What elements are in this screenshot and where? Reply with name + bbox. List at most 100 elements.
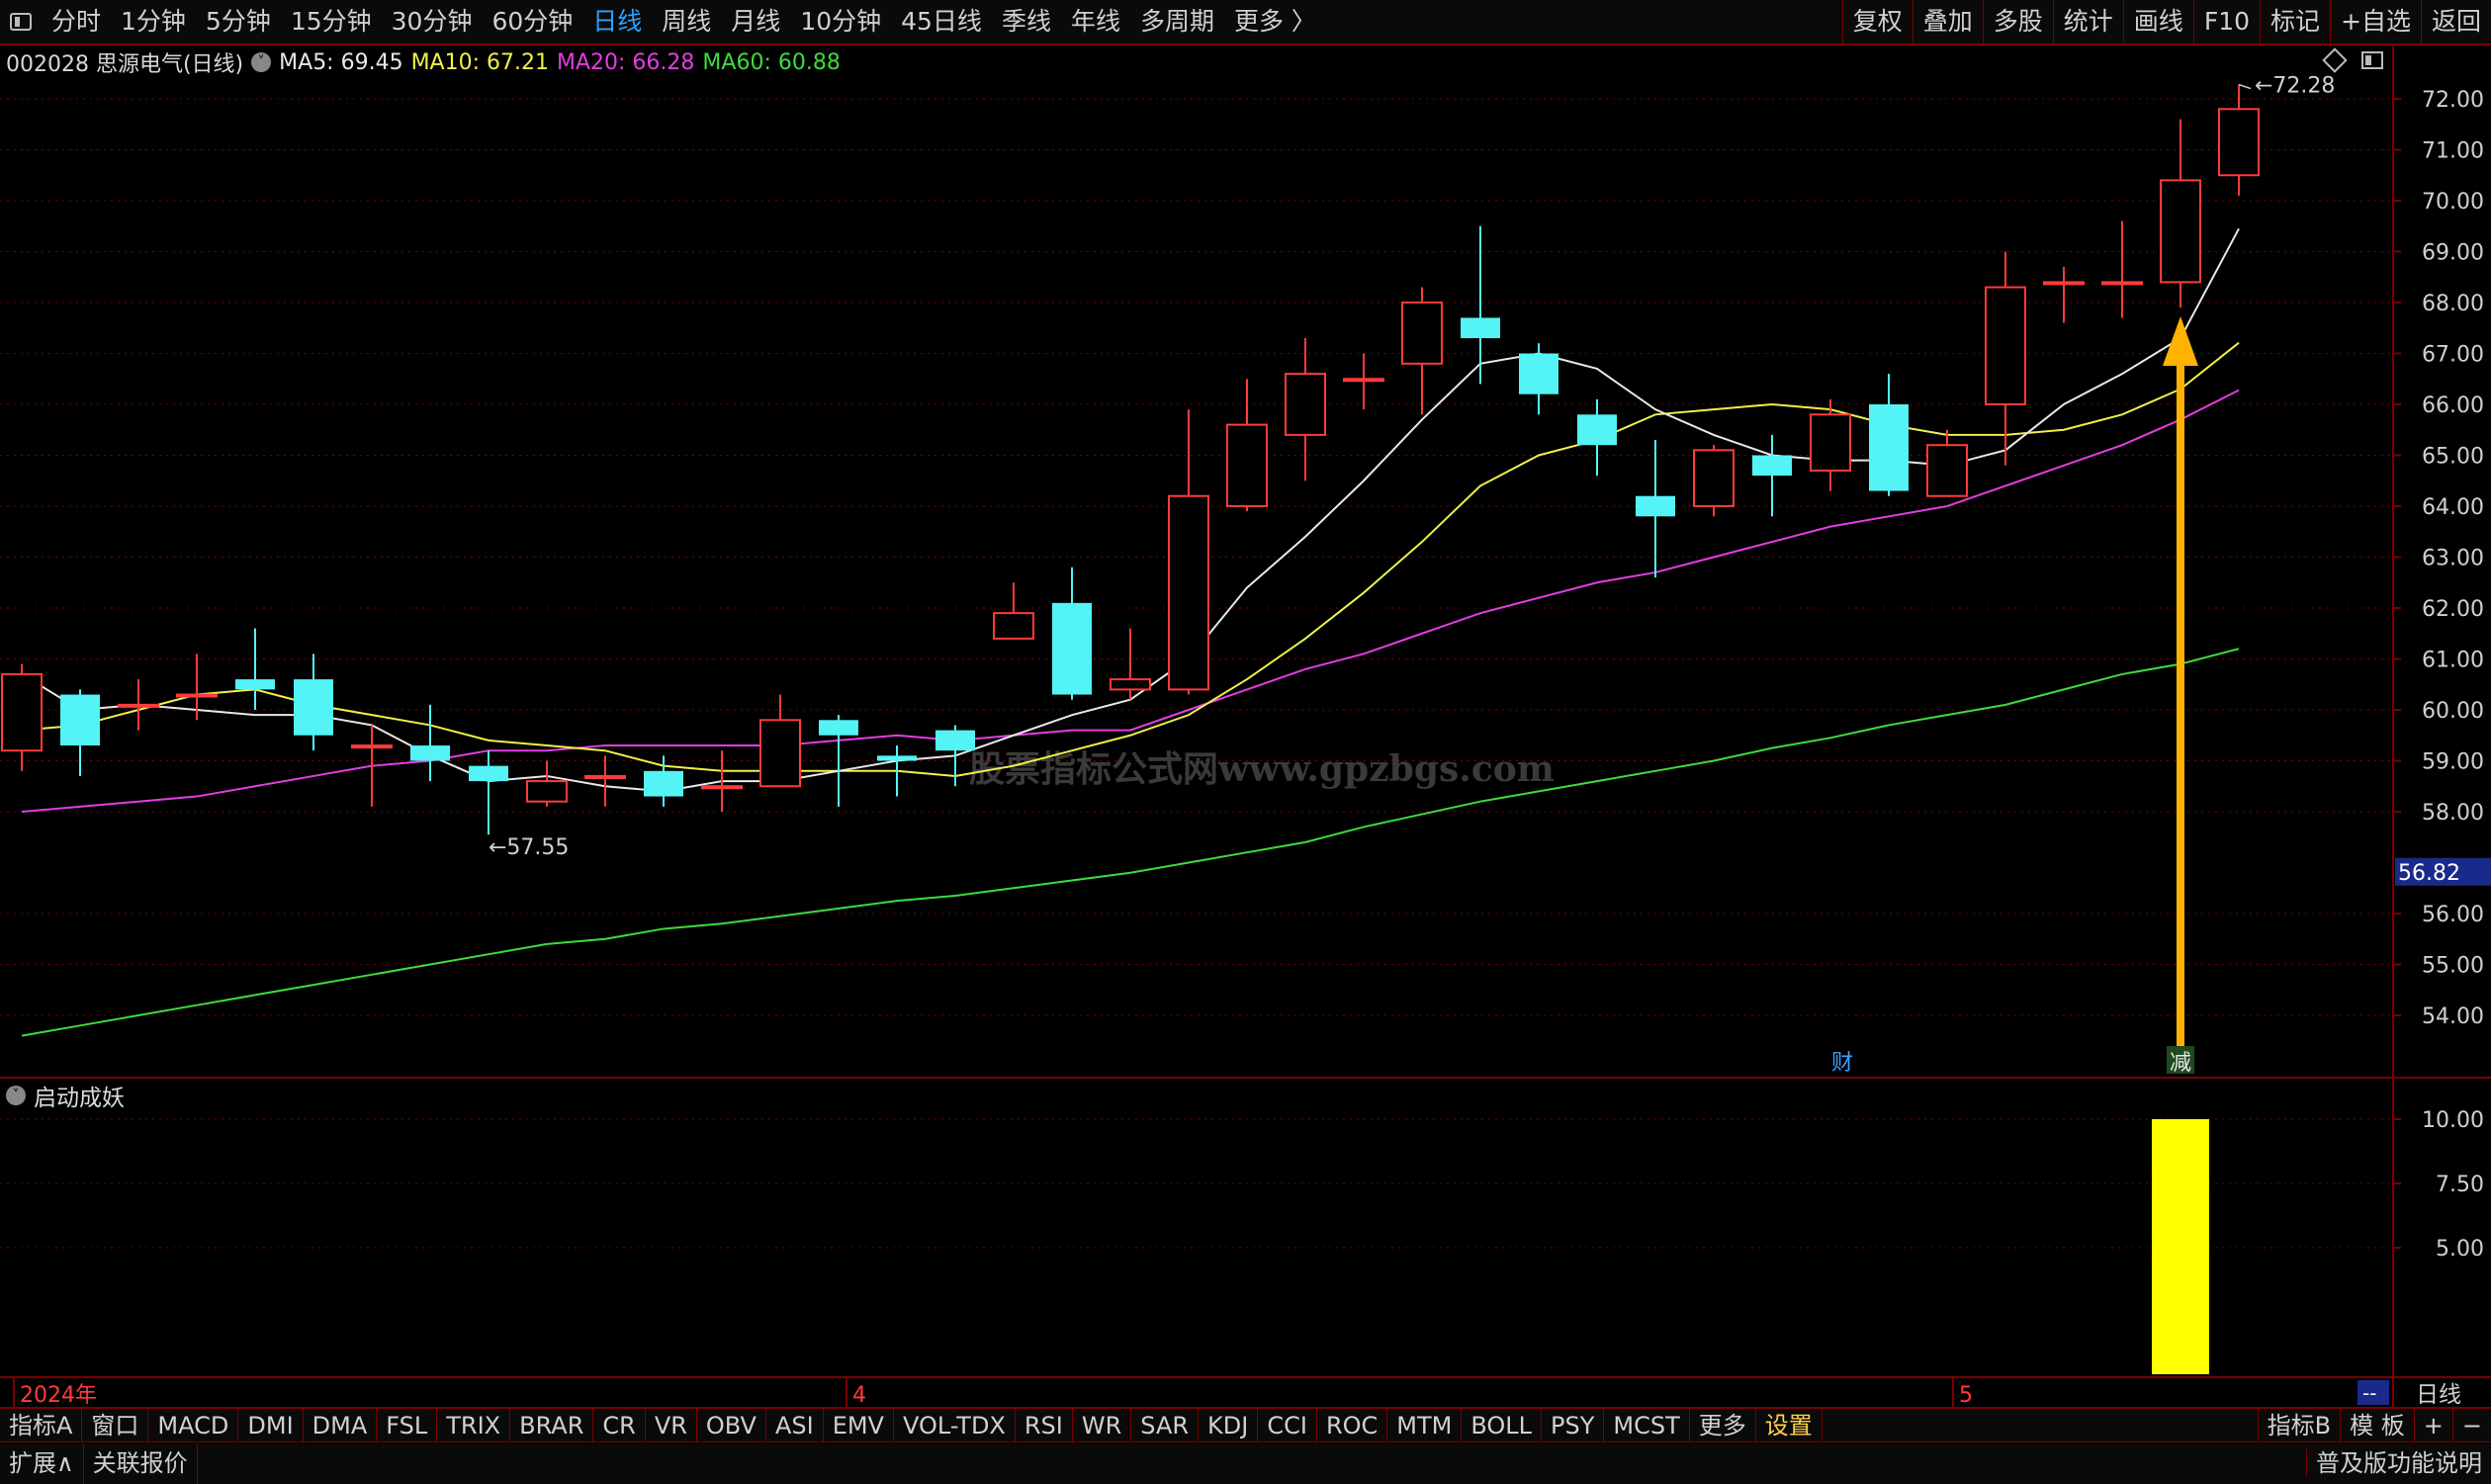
candle-body-up [993,612,1034,640]
indicator-tab-8[interactable]: CR [593,1409,646,1441]
indicator-tab-3[interactable]: DMI [238,1409,304,1441]
indicator-tab-19[interactable]: ROC [1317,1409,1388,1441]
price-tick-label: 72.00 [2422,88,2484,113]
candle-body-up [2160,179,2201,284]
candle-body-down [1577,414,1617,446]
candle-body-up [1168,494,1209,691]
candle-body-down [1869,404,1909,491]
candle-body-up [1,672,43,752]
sub-tick-label: 5.00 [2436,1237,2484,1262]
indicator-tab-4[interactable]: DMA [304,1409,378,1441]
high-price-label: ←72.28 [2255,74,2335,99]
indicator-tab-9[interactable]: VR [646,1409,697,1441]
candle-body-up [1810,413,1851,472]
price-tick-label: 66.00 [2422,393,2484,418]
candle-body-up [118,703,159,708]
price-tick-label: 63.00 [2422,547,2484,571]
candle-body-down [1636,495,1675,517]
indicator-tab-18[interactable]: CCI [1258,1409,1317,1441]
candle-body-down [60,694,100,746]
indicator-tab-0[interactable]: 指标A [0,1409,83,1441]
indicator-tab-21[interactable]: BOLL [1462,1409,1543,1441]
indicator-tab-22[interactable]: PSY [1542,1409,1605,1441]
candle-body-up [1401,302,1443,365]
ma5-line [21,227,2240,793]
candle-body-up [2043,281,2085,286]
reduce-marker: 减 [2170,1051,2191,1076]
indicator-tab-6[interactable]: TRIX [437,1409,511,1441]
candle-body-up [1985,286,2026,405]
sub-indicator-title[interactable]: 启动成妖 [34,1079,125,1112]
candle-body-down [1519,353,1558,394]
price-tick-label: 65.00 [2422,445,2484,470]
candle-body-up [701,785,743,790]
indicator-tab-24[interactable]: 更多 [1690,1409,1756,1441]
price-tick-label: 61.00 [2422,649,2484,673]
candle-body-down [644,770,683,797]
indicator-tab-1[interactable]: 窗口 [82,1409,149,1441]
chevron-down-icon[interactable]: ˅ [6,1086,26,1105]
candle-body-down [469,765,508,782]
indicator-tab-7[interactable]: BRAR [510,1409,594,1441]
candle-body-down [1752,455,1792,477]
time-axis-label: 5 [1959,1383,1973,1407]
remove-window-button[interactable]: − [2451,1409,2491,1441]
candle-body-up [2101,281,2143,286]
candle-body-up [1285,373,1326,436]
indicator-tab-2[interactable]: MACD [148,1409,239,1441]
signal-arrow-head [2163,316,2198,366]
time-dash-label: -- [2362,1381,2376,1405]
indicator-tab-25[interactable]: 设置 [1756,1409,1823,1441]
price-tick-label: 55.00 [2422,954,2484,979]
candle-body-down [819,720,858,736]
indicator-tab-right: 指标B 模 板 + − [2257,1409,2491,1441]
expand-button[interactable]: 扩展∧ [0,1443,84,1484]
price-tick-label: 54.00 [2422,1004,2484,1029]
add-window-button[interactable]: + [2413,1409,2452,1441]
indicator-tab-10[interactable]: OBV [697,1409,766,1441]
sub-tick-label: 10.00 [2422,1108,2484,1133]
kline-chart[interactable]: 72.00 71.00 70.00 69.00 68.00 67.00 66.00 65.00… [0,0,2491,1407]
indicator-tab-15[interactable]: WR [1073,1409,1132,1441]
indicator-tab-list: 指标A 窗口 MACD DMI DMA FSL TRIX BRAR CR VR OBV ASI EMV V… [0,1409,1823,1441]
price-tick-label: 56.00 [2422,903,2484,927]
candle-body-up [1110,678,1151,691]
candle-body-up [759,719,801,788]
price-tick-label: 67.00 [2422,343,2484,368]
ma60-line [21,648,2240,1037]
time-axis-label: 2024年 [20,1383,97,1407]
price-tick-label: 58.00 [2422,801,2484,826]
candle-body-up [584,774,626,779]
signal-volume-bar [2152,1119,2209,1374]
candle-body-up [1926,444,1968,497]
related-quotes-button[interactable]: 关联报价 [84,1443,198,1484]
indicator-tab-bar: 指标A 窗口 MACD DMI DMA FSL TRIX BRAR CR VR OBV ASI EMV V… [0,1407,2491,1442]
indicator-tab-12[interactable]: EMV [824,1409,894,1441]
bottom-status-bar: 扩展∧ 关联报价 普及版功能说明 [0,1443,2491,1484]
price-tick-label: 71.00 [2422,139,2484,164]
candle-body-down [294,679,333,736]
indicator-tab-13[interactable]: VOL-TDX [894,1409,1016,1441]
candle-body-up [1226,423,1268,508]
indicator-tab-20[interactable]: MTM [1387,1409,1463,1441]
indicator-b-button[interactable]: 指标B [2257,1409,2340,1441]
version-info-button[interactable]: 普及版功能说明 [2306,1449,2491,1477]
indicator-tab-16[interactable]: SAR [1131,1409,1200,1441]
candle-body-down [235,679,275,690]
high-pointer [2238,83,2252,90]
price-tick-label: 62.00 [2422,597,2484,622]
indicator-tab-14[interactable]: RSI [1016,1409,1073,1441]
indicator-tab-5[interactable]: FSL [377,1409,438,1441]
candle-body-up [2218,108,2260,177]
indicator-tab-11[interactable]: ASI [766,1409,824,1441]
sub-tick-label: 7.50 [2436,1173,2484,1197]
price-tick-label: 64.00 [2422,495,2484,520]
current-price-label: 56.82 [2398,861,2460,886]
low-price-label: ←57.55 [489,835,569,860]
template-button[interactable]: 模 板 [2340,1409,2414,1441]
candle-body-down [1052,602,1092,695]
indicator-tab-17[interactable]: KDJ [1199,1409,1259,1441]
price-tick-label: 60.00 [2422,699,2484,724]
sub-indicator-header: ˅ 启动成妖 [0,1078,125,1113]
indicator-tab-23[interactable]: MCST [1604,1409,1690,1441]
